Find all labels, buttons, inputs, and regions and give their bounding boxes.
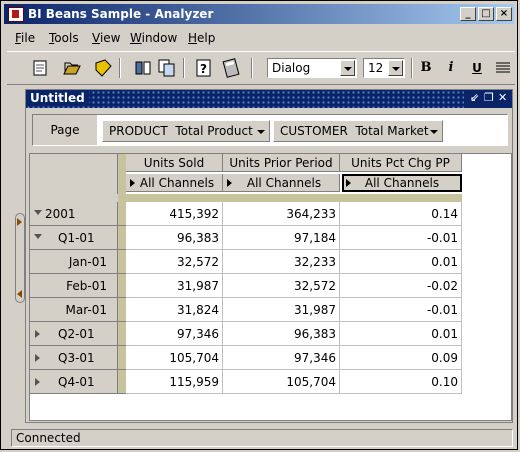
row-header-mar-01[interactable]: Mar-01 xyxy=(30,298,118,322)
cell[interactable]: 32,233 xyxy=(223,250,340,274)
cell[interactable]: 0.14 xyxy=(340,202,462,226)
close-button[interactable]: × xyxy=(496,7,512,21)
col-header-units-prior-period[interactable]: Units Prior Period xyxy=(223,154,340,172)
chevron-down-icon xyxy=(430,130,438,134)
help-icon[interactable]: ? xyxy=(194,58,214,78)
menu-file[interactable]: File xyxy=(15,31,35,45)
cell[interactable]: 31,824 xyxy=(126,298,223,322)
cell[interactable]: 97,184 xyxy=(223,226,340,250)
row-header-q3-01[interactable]: Q3-01 xyxy=(30,346,118,370)
calculator-icon[interactable] xyxy=(221,58,241,78)
menu-tools[interactable]: Tools xyxy=(49,31,79,45)
cell[interactable]: 105,704 xyxy=(126,346,223,370)
doc-maximize-icon[interactable]: ❐ xyxy=(484,91,494,104)
cell[interactable]: 97,346 xyxy=(126,322,223,346)
cell[interactable]: 97,346 xyxy=(223,346,340,370)
cell[interactable]: -0.01 xyxy=(340,226,462,250)
row-header-2001[interactable]: 2001 xyxy=(30,202,118,226)
cell[interactable]: -0.01 xyxy=(340,298,462,322)
save-icon[interactable] xyxy=(93,58,113,78)
corner-cell xyxy=(30,154,118,196)
menu-window[interactable]: Window xyxy=(130,31,177,45)
minimize-button[interactable]: _ xyxy=(460,7,476,21)
page-item-product[interactable]: PRODUCT Total Product xyxy=(102,120,270,142)
document-title-bar[interactable]: Untitled ⇙ ❐ ✕ xyxy=(26,90,512,108)
cell[interactable]: 96,383 xyxy=(126,226,223,250)
col-header-units-sold[interactable]: Units Sold xyxy=(126,154,223,172)
font-family-select[interactable]: Dialog xyxy=(267,58,357,78)
page-item-customer[interactable]: CUSTOMER Total Market xyxy=(273,120,443,142)
maximize-button[interactable]: □ xyxy=(478,7,494,21)
window-title: BI Beans Sample - Analyzer xyxy=(28,7,214,21)
doc-minimize-icon[interactable]: ⇙ xyxy=(470,91,479,104)
bold-button[interactable]: B xyxy=(416,58,436,78)
page-items-label: Page Items xyxy=(33,115,97,167)
row-header-jan-01[interactable]: Jan-01 xyxy=(30,250,118,274)
open-icon[interactable] xyxy=(62,58,82,78)
status-bar: Connected xyxy=(11,429,513,447)
channel-header[interactable]: All Channels xyxy=(223,174,340,192)
row-header-q4-01[interactable]: Q4-01 xyxy=(30,370,118,394)
splitter-handle[interactable] xyxy=(15,213,25,303)
channel-header-selected[interactable]: All Channels xyxy=(342,174,462,192)
font-size-select[interactable]: 12 xyxy=(363,58,405,78)
chevron-down-icon xyxy=(257,130,265,134)
cell[interactable]: 31,987 xyxy=(223,298,340,322)
cell[interactable]: 0.09 xyxy=(340,346,462,370)
layout-icon[interactable] xyxy=(133,58,153,78)
new-icon[interactable] xyxy=(31,58,51,78)
status-text: Connected xyxy=(16,431,81,445)
svg-text:?: ? xyxy=(200,62,207,76)
cell[interactable]: 31,987 xyxy=(126,274,223,298)
doc-close-icon[interactable]: ✕ xyxy=(498,91,507,104)
row-header-q1-01[interactable]: Q1-01 xyxy=(30,226,118,250)
cell[interactable]: 96,383 xyxy=(223,322,340,346)
title-bar[interactable]: BI Beans Sample - Analyzer _ □ × xyxy=(4,4,514,24)
cell[interactable]: 105,704 xyxy=(223,370,340,394)
channel-header[interactable]: All Channels xyxy=(126,174,223,192)
document-title: Untitled xyxy=(26,90,89,106)
cell[interactable]: 32,572 xyxy=(223,274,340,298)
row-header-q2-01[interactable]: Q2-01 xyxy=(30,322,118,346)
cell[interactable]: -0.02 xyxy=(340,274,462,298)
crosstab: Units Sold Units Prior Period Units Pct … xyxy=(29,153,512,421)
menu-help[interactable]: Help xyxy=(188,31,215,45)
cell[interactable]: 0.01 xyxy=(340,250,462,274)
app-icon xyxy=(8,7,24,22)
underline-button[interactable]: U xyxy=(467,58,487,78)
cell[interactable]: 32,572 xyxy=(126,250,223,274)
cell[interactable]: 0.01 xyxy=(340,322,462,346)
cell[interactable]: 415,392 xyxy=(126,202,223,226)
chevron-down-icon[interactable] xyxy=(388,60,403,76)
page-items-bar: Page Items PRODUCT Total Product CUSTOME… xyxy=(32,114,508,167)
app-window: BI Beans Sample - Analyzer _ □ × File To… xyxy=(0,0,518,450)
row-header-feb-01[interactable]: Feb-01 xyxy=(30,274,118,298)
menu-view[interactable]: View xyxy=(92,31,120,45)
cell[interactable]: 115,959 xyxy=(126,370,223,394)
chevron-down-icon[interactable] xyxy=(340,60,355,76)
italic-button[interactable]: i xyxy=(441,58,461,78)
toolbar: ? Dialog 12 B i U xyxy=(7,51,515,85)
cell[interactable]: 0.10 xyxy=(340,370,462,394)
col-header-units-pct-chg-pp[interactable]: Units Pct Chg PP xyxy=(340,154,462,172)
copy-icon[interactable] xyxy=(157,58,177,78)
align-icon[interactable] xyxy=(493,58,513,78)
cell[interactable]: 364,233 xyxy=(223,202,340,226)
